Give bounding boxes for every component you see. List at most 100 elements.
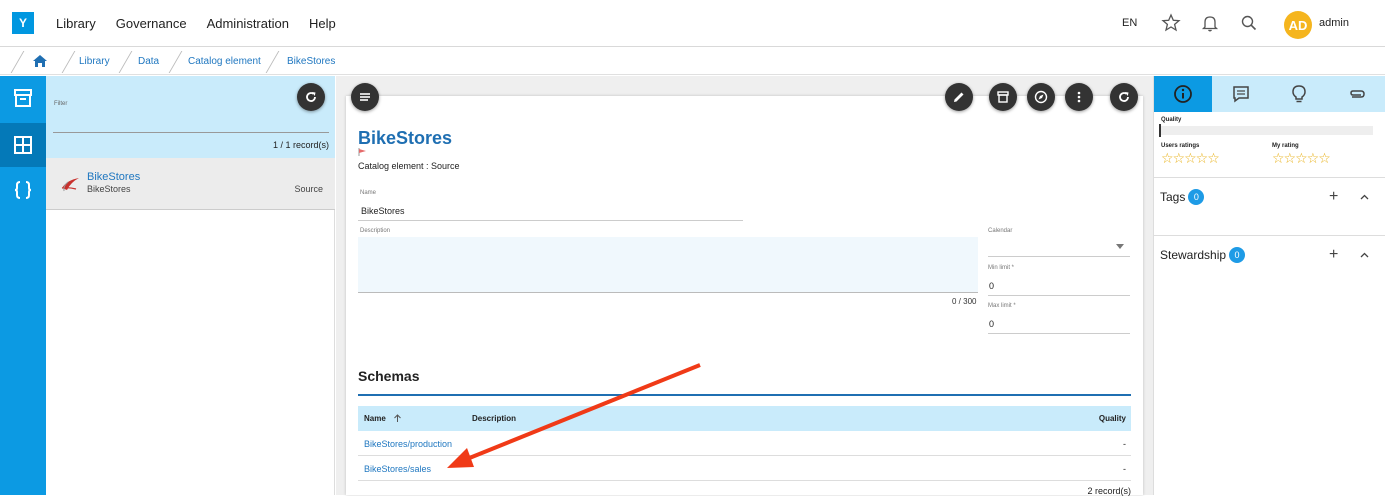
sql-server-icon	[61, 178, 79, 192]
refresh-icon	[1119, 92, 1129, 102]
row-quality: -	[1123, 439, 1126, 449]
rail-catalog[interactable]	[0, 123, 46, 167]
column-quality[interactable]: Quality	[1099, 414, 1126, 423]
top-bar: Y Library Governance Administration Help…	[0, 0, 1385, 47]
quality-label: Quality	[1161, 117, 1182, 123]
comment-icon	[1233, 86, 1249, 103]
paperclip-icon	[1350, 90, 1365, 98]
users-rating-stars: ☆☆☆☆☆	[1161, 150, 1220, 166]
add-tag-button[interactable]: +	[1329, 188, 1338, 206]
filter-input[interactable]: Filter	[54, 101, 67, 107]
max-limit-label: Max limit *	[988, 303, 1016, 309]
sort-up-icon[interactable]	[393, 414, 402, 423]
breadcrumb-separator	[118, 51, 133, 73]
name-field[interactable]: BikeStores	[361, 206, 405, 216]
refresh-list-button[interactable]	[297, 83, 325, 111]
row-quality: -	[1123, 464, 1126, 474]
edit-button[interactable]	[945, 83, 973, 111]
table-row[interactable]: BikeStores/production -	[358, 431, 1131, 456]
stewardship-section[interactable]: Stewardship 0	[1160, 247, 1246, 263]
breadcrumb-data[interactable]: Data	[138, 56, 159, 67]
chevron-up-icon[interactable]	[1360, 194, 1369, 200]
schemas-heading: Schemas	[358, 368, 420, 384]
menu-library[interactable]: Library	[56, 16, 96, 31]
rail-code[interactable]	[0, 168, 46, 212]
breadcrumb-separator	[168, 51, 183, 73]
schema-link-sales[interactable]: BikeStores/sales	[364, 464, 431, 474]
menu-governance[interactable]: Governance	[116, 16, 187, 31]
archive-button[interactable]	[989, 83, 1017, 111]
breadcrumb: Library Data Catalog element BikeStores	[0, 47, 1385, 75]
explore-button[interactable]	[1027, 83, 1055, 111]
breadcrumb-separator	[265, 51, 280, 73]
schemas-divider	[358, 394, 1131, 396]
star-icon[interactable]	[1161, 13, 1181, 33]
pencil-icon	[954, 92, 964, 102]
app-logo[interactable]: Y	[12, 12, 34, 34]
breadcrumb-library[interactable]: Library	[79, 56, 110, 67]
divider	[1154, 177, 1385, 178]
breadcrumb-catalog-element[interactable]: Catalog element	[188, 56, 261, 67]
tab-suggestions[interactable]	[1270, 76, 1328, 112]
rail-archive[interactable]	[0, 76, 46, 120]
add-steward-button[interactable]: +	[1329, 246, 1338, 264]
chevron-up-icon[interactable]	[1360, 252, 1369, 258]
max-limit-field[interactable]: 0	[989, 319, 994, 329]
menu-toggle-button[interactable]	[351, 83, 379, 111]
column-name[interactable]: Name	[364, 414, 386, 423]
archive-icon	[14, 89, 32, 107]
page-title: BikeStores	[358, 128, 453, 148]
list-item-subtitle: BikeStores	[87, 184, 131, 194]
menu-help[interactable]: Help	[309, 16, 336, 31]
search-icon[interactable]	[1239, 13, 1259, 33]
min-limit-field[interactable]: 0	[989, 281, 994, 291]
min-limit-underline	[988, 295, 1130, 296]
menu-administration[interactable]: Administration	[207, 16, 289, 31]
record-count: 1 / 1 record(s)	[272, 140, 329, 150]
list-panel: Filter 1 / 1 record(s) BikeStores BikeSt…	[46, 76, 335, 495]
list-item-title[interactable]: BikeStores	[87, 171, 140, 183]
refresh-button[interactable]	[1110, 83, 1138, 111]
list-item-type: Source	[294, 184, 323, 194]
list-item[interactable]: BikeStores BikeStores Source	[46, 158, 335, 210]
kebab-menu-icon	[1077, 91, 1081, 103]
column-description[interactable]: Description	[472, 414, 516, 423]
tags-section[interactable]: Tags 0	[1160, 189, 1205, 205]
braces-icon	[14, 181, 32, 199]
stewardship-count-badge: 0	[1229, 247, 1246, 263]
grid-icon	[14, 136, 32, 154]
schema-link-production[interactable]: BikeStores/production	[364, 439, 452, 449]
description-label: Description	[360, 228, 391, 234]
filter-header: Filter 1 / 1 record(s)	[46, 76, 335, 158]
quality-bar	[1159, 126, 1373, 135]
tab-attachments[interactable]	[1328, 76, 1385, 112]
right-panel	[1153, 76, 1385, 495]
users-ratings-label: Users ratings	[1161, 143, 1200, 149]
username[interactable]: admin	[1319, 17, 1349, 29]
calendar-label: Calendar	[988, 228, 1013, 234]
my-rating-stars[interactable]: ☆☆☆☆☆	[1272, 150, 1331, 167]
page-subtitle: Catalog element : Source	[358, 161, 460, 171]
avatar[interactable]: AD	[1284, 11, 1312, 39]
tab-info[interactable]	[1154, 76, 1212, 112]
language-selector[interactable]: EN	[1122, 17, 1137, 29]
dropdown-arrow-icon	[1116, 244, 1124, 249]
menu-icon	[360, 93, 370, 101]
lightbulb-icon	[1292, 85, 1306, 103]
min-limit-label: Min limit *	[988, 265, 1015, 271]
quality-indicator	[1159, 124, 1161, 137]
stewardship-label: Stewardship	[1160, 248, 1227, 262]
breadcrumb-separator	[61, 51, 76, 73]
table-row[interactable]: BikeStores/sales -	[358, 456, 1131, 481]
description-field[interactable]	[358, 237, 978, 293]
calendar-select[interactable]	[988, 238, 1130, 257]
breadcrumb-bikestores[interactable]: BikeStores	[287, 56, 335, 67]
max-limit-underline	[988, 333, 1130, 334]
tags-count-badge: 0	[1188, 189, 1205, 205]
bell-icon[interactable]	[1200, 13, 1220, 33]
my-rating-label: My rating	[1272, 143, 1299, 149]
home-icon[interactable]	[32, 54, 48, 68]
more-options-button[interactable]	[1065, 83, 1093, 111]
tab-comments[interactable]	[1212, 76, 1270, 112]
filter-underline	[53, 132, 329, 133]
